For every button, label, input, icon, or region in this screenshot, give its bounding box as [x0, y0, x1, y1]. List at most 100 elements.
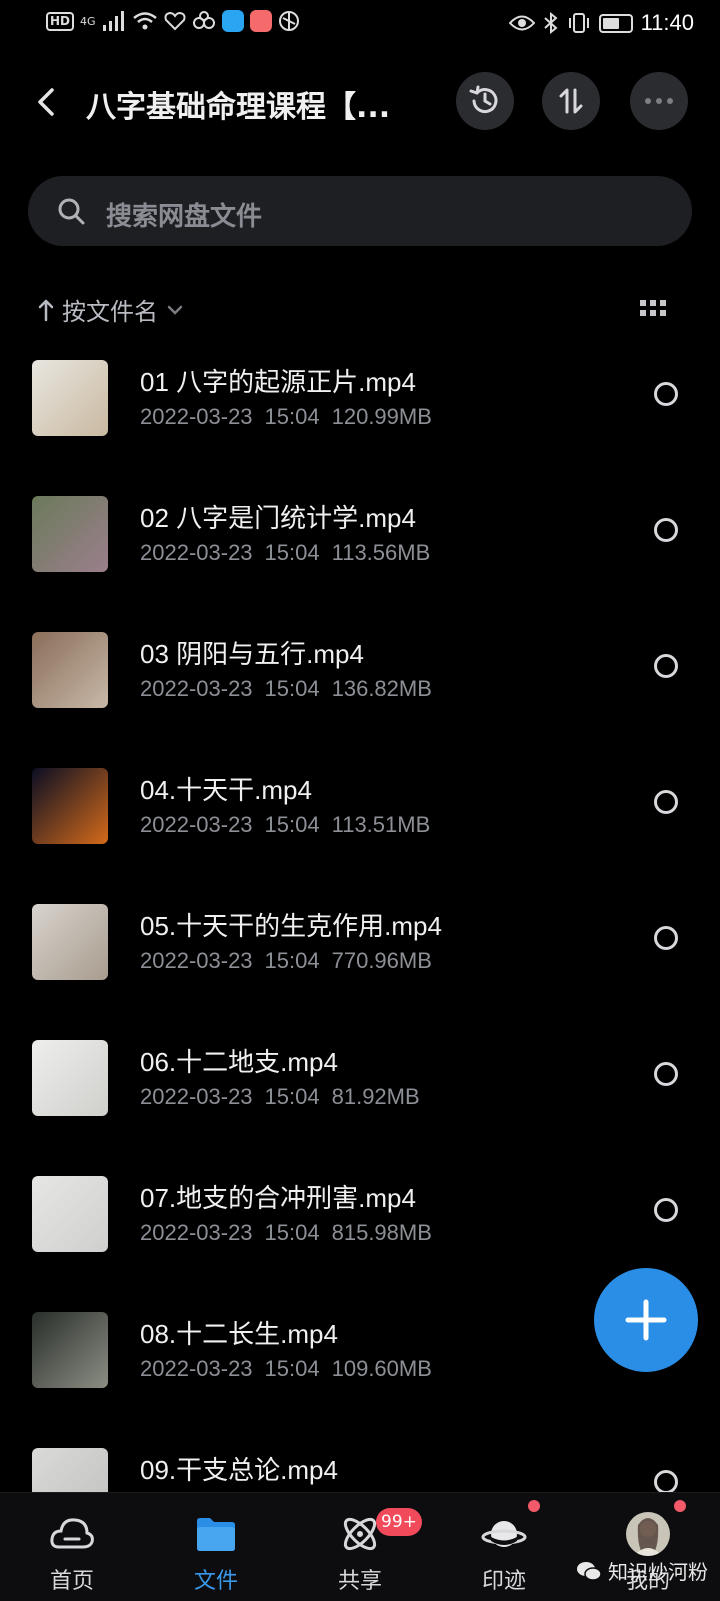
- file-time: 15:04: [264, 812, 320, 837]
- more-icon: [645, 98, 673, 104]
- grid-view-button[interactable]: [640, 300, 666, 322]
- file-meta: 2022-03-23 15:04 113.51MB: [140, 812, 442, 838]
- wifi-icon: [132, 12, 157, 30]
- nav-share-label: 共享: [337, 1569, 382, 1594]
- file-time: 15:04: [264, 676, 320, 701]
- folder-icon: [197, 1518, 235, 1551]
- hd-indicator: HD: [46, 11, 75, 31]
- network-type: 4G: [80, 14, 96, 28]
- video-thumbnail: [32, 1176, 108, 1252]
- file-date: 2022-03-23: [140, 676, 253, 701]
- file-name: 05.十天干的生克作用.mp4: [140, 911, 442, 941]
- file-size: 136.82MB: [331, 676, 432, 701]
- file-name: 08.十二长生.mp4: [140, 1319, 338, 1349]
- file-time: 15:04: [264, 1220, 320, 1245]
- nav-traces[interactable]: 印迹: [432, 1493, 576, 1601]
- file-time: 15:04: [264, 1356, 320, 1381]
- watermark: 知识炒河粉: [576, 1556, 708, 1585]
- select-radio[interactable]: [654, 790, 678, 814]
- file-size: 113.51MB: [331, 812, 431, 837]
- file-date: 2022-03-23: [140, 1220, 253, 1245]
- app-notification-icon: [278, 11, 299, 31]
- file-meta: 2022-03-23 15:04 770.96MB: [140, 948, 444, 974]
- file-row[interactable]: 02 八字是门统计学.mp4 2022-03-23 15:04 113.56MB: [0, 476, 720, 612]
- cloud-home-icon: [50, 1518, 94, 1549]
- file-size: 81.92MB: [331, 1084, 420, 1109]
- file-row[interactable]: 01 八字的起源正片.mp4 2022-03-23 15:04 120.99MB: [0, 340, 720, 476]
- file-size: 109.60MB: [331, 1356, 432, 1381]
- video-thumbnail: [32, 632, 108, 708]
- nav-home-label: 首页: [49, 1569, 94, 1594]
- video-thumbnail: [32, 1040, 108, 1116]
- select-radio[interactable]: [654, 382, 678, 406]
- file-meta: 2022-03-23 15:04 136.82MB: [140, 676, 444, 702]
- file-meta: 2022-03-23 15:04 113.56MB: [140, 540, 442, 566]
- battery-icon: [598, 13, 633, 33]
- sort-toggle-icon: [559, 88, 583, 114]
- file-row[interactable]: 06.十二地支.mp4 2022-03-23 15:04 81.92MB: [0, 1020, 720, 1156]
- file-row[interactable]: 04.十天干.mp4 2022-03-23 15:04 113.51MB: [0, 748, 720, 884]
- health-icon: [164, 11, 186, 31]
- app-notification-icon: [221, 10, 244, 32]
- more-button[interactable]: [630, 72, 688, 130]
- video-thumbnail: [32, 1312, 108, 1388]
- arrow-up-icon: [38, 299, 54, 321]
- file-size: 815.98MB: [331, 1220, 432, 1245]
- file-name: 02 八字是门统计学.mp4: [140, 503, 416, 533]
- video-thumbnail: [32, 496, 108, 572]
- file-meta: 2022-03-23 15:04 109.60MB: [140, 1356, 444, 1382]
- sort-by-name-button[interactable]: 按文件名: [38, 292, 184, 327]
- file-time: 15:04: [264, 948, 320, 973]
- file-date: 2022-03-23: [140, 948, 253, 973]
- new-dot-indicator: [674, 1500, 686, 1512]
- file-size: 770.96MB: [331, 948, 432, 973]
- add-button[interactable]: [594, 1268, 698, 1372]
- sort-row: 按文件名: [0, 288, 720, 332]
- nav-files-label: 文件: [193, 1569, 238, 1594]
- file-meta: 2022-03-23 15:04 120.99MB: [140, 404, 444, 430]
- wechat-icon: [577, 1561, 602, 1581]
- sort-toggle-button[interactable]: [542, 72, 600, 130]
- file-time: 15:04: [264, 540, 320, 565]
- back-button[interactable]: [32, 82, 62, 122]
- file-time: 15:04: [264, 404, 320, 429]
- select-radio[interactable]: [654, 1470, 678, 1494]
- file-row[interactable]: 07.地支的合冲刑害.mp4 2022-03-23 15:04 815.98MB: [0, 1156, 720, 1292]
- file-name: 07.地支的合冲刑害.mp4: [140, 1183, 416, 1213]
- select-radio[interactable]: [654, 926, 678, 950]
- history-button[interactable]: [456, 72, 514, 130]
- select-radio[interactable]: [654, 518, 678, 542]
- nav-files[interactable]: 文件: [144, 1493, 288, 1601]
- file-name: 04.十天干.mp4: [140, 775, 312, 805]
- file-row[interactable]: 05.十天干的生克作用.mp4 2022-03-23 15:04 770.96MB: [0, 884, 720, 1020]
- search-icon: [58, 198, 85, 225]
- select-radio[interactable]: [654, 1198, 678, 1222]
- file-time: 15:04: [264, 1084, 320, 1109]
- grid-view-icon: [640, 300, 666, 316]
- chevron-left-icon: [38, 88, 54, 116]
- video-thumbnail: [32, 360, 108, 436]
- file-name: 09.干支总论.mp4: [140, 1455, 338, 1485]
- watermark-text: 知识炒河粉: [608, 1560, 708, 1584]
- clock: 11:40: [640, 10, 694, 35]
- top-bar: 八字基础命理课程【...: [0, 62, 720, 142]
- select-radio[interactable]: [654, 654, 678, 678]
- file-date: 2022-03-23: [140, 404, 253, 429]
- file-row[interactable]: 03 阴阳与五行.mp4 2022-03-23 15:04 136.82MB: [0, 612, 720, 748]
- notification-badge: 99+: [376, 1508, 422, 1536]
- video-thumbnail: [32, 904, 108, 980]
- vibrate-icon: [568, 13, 589, 33]
- video-thumbnail: [32, 768, 108, 844]
- select-radio[interactable]: [654, 1062, 678, 1086]
- file-date: 2022-03-23: [140, 1084, 253, 1109]
- plus-icon: [625, 1299, 667, 1341]
- avatar: [626, 1512, 670, 1556]
- sort-label: 按文件名: [62, 298, 158, 326]
- new-dot-indicator: [528, 1500, 540, 1512]
- file-size: 120.99MB: [331, 404, 432, 429]
- nav-home[interactable]: 首页: [0, 1493, 144, 1601]
- signal-icon: [102, 11, 124, 31]
- eye-icon: [508, 15, 535, 31]
- search-bar[interactable]: 搜索网盘文件: [28, 176, 692, 246]
- file-date: 2022-03-23: [140, 812, 253, 837]
